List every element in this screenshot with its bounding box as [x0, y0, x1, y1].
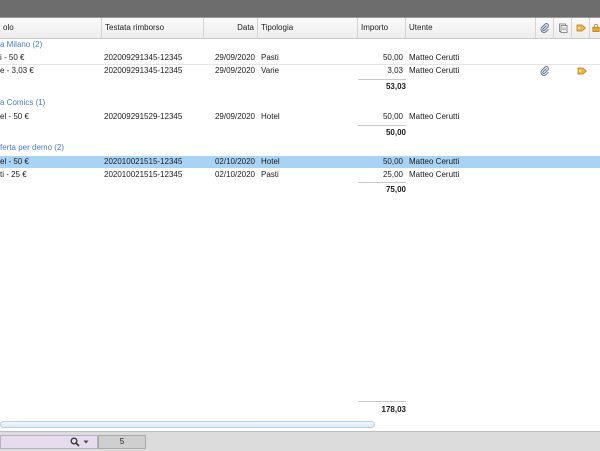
cell-titolo: i - 50 €: [0, 53, 25, 62]
column-header-utente[interactable]: Utente: [406, 18, 536, 38]
table-row[interactable]: i - 50 € 202009291345-12345 29/09/2020 P…: [0, 52, 600, 64]
cell-tipologia: Varie: [261, 66, 280, 75]
cell-importo: 25,00: [382, 170, 403, 179]
cell-testata: 202010021515-12345: [104, 170, 183, 179]
cell-importo: 50,00: [382, 112, 403, 121]
cell-testata: 202009291529-12345: [104, 112, 183, 121]
group-label: a Comics (1): [0, 98, 46, 107]
group-header-row[interactable]: ferta per demo (2): [0, 142, 600, 154]
cell-tipologia: Pasti: [261, 53, 279, 62]
group-label: a Milano (2): [0, 40, 43, 49]
attachment-icon[interactable]: [536, 18, 554, 38]
cell-testata: 202009291345-12345: [104, 66, 183, 75]
cell-data: 02/10/2020: [214, 157, 255, 166]
horizontal-scrollbar[interactable]: [0, 421, 375, 428]
total-divider: [358, 79, 406, 80]
grand-total-divider: [358, 401, 406, 402]
window-top-bar: [0, 0, 600, 18]
cell-data: 29/09/2020: [214, 112, 255, 121]
column-header-tipologia[interactable]: Tipologia: [258, 18, 358, 38]
column-header-testata[interactable]: Testata rimborso: [102, 18, 204, 38]
table-row[interactable]: el - 50 € 202009291529-12345 29/09/2020 …: [0, 111, 600, 123]
column-header-titolo[interactable]: olo: [0, 18, 102, 38]
cell-titolo: e - 3,03 €: [0, 66, 34, 75]
cell-testata: 202010021515-12345: [104, 157, 183, 166]
column-header-data[interactable]: Data: [204, 18, 258, 38]
table-row[interactable]: e - 3,03 € 202009291345-12345 29/09/2020…: [0, 65, 600, 77]
group-header-row[interactable]: a Milano (2): [0, 39, 600, 51]
search-icon: [70, 437, 80, 447]
group-total-row: 75,00: [0, 184, 600, 196]
cell-data: 29/09/2020: [214, 66, 255, 75]
cell-importo: 50,00: [382, 53, 403, 62]
lock-icon[interactable]: [590, 18, 600, 38]
record-count: 5: [98, 435, 146, 449]
cell-tipologia: Hotel: [261, 112, 280, 121]
total-divider: [358, 182, 406, 183]
grand-total: 178,03: [381, 405, 406, 414]
cell-tipologia: Hotel: [261, 157, 280, 166]
cell-utente: Matteo Cerutti: [409, 170, 460, 179]
table-row-selected[interactable]: el - 50 € 202010021515-12345 02/10/2020 …: [0, 156, 600, 168]
group-total: 50,00: [385, 128, 406, 137]
cell-utente: Matteo Cerutti: [409, 157, 460, 166]
tag-icon[interactable]: [572, 18, 590, 38]
footer-bar: 5: [0, 431, 600, 451]
attachment-icon[interactable]: [540, 66, 552, 78]
cell-titolo: el - 50 €: [0, 157, 29, 166]
cell-utente: Matteo Cerutti: [409, 53, 460, 62]
cell-data: 29/09/2020: [214, 53, 255, 62]
group-total: 75,00: [385, 185, 406, 194]
group-header-row[interactable]: a Comics (1): [0, 97, 600, 109]
cell-utente: Matteo Cerutti: [409, 112, 460, 121]
cell-testata: 202009291345-12345: [104, 53, 183, 62]
cell-titolo: el - 50 €: [0, 112, 29, 121]
cell-data: 02/10/2020: [214, 170, 255, 179]
cell-titolo: ti - 25 €: [0, 170, 27, 179]
group-label: ferta per demo (2): [0, 143, 65, 152]
total-divider: [358, 125, 406, 126]
cell-tipologia: Pasti: [261, 170, 279, 179]
table-row[interactable]: ti - 25 € 202010021515-12345 02/10/2020 …: [0, 169, 600, 181]
group-total: 53,03: [385, 82, 406, 91]
column-header-importo[interactable]: Importo: [358, 18, 406, 38]
group-total-row: 53,03: [0, 81, 600, 93]
document-icon[interactable]: [554, 18, 572, 38]
grid-header: olo Testata rimborso Data Tipologia Impo…: [0, 18, 600, 39]
cell-utente: Matteo Cerutti: [409, 66, 460, 75]
cell-importo: 50,00: [382, 157, 403, 166]
tag-icon[interactable]: [577, 66, 589, 78]
group-total-row: 50,00: [0, 127, 600, 139]
cell-importo: 3,03: [387, 66, 403, 75]
chevron-down-icon: [83, 440, 88, 444]
search-button[interactable]: [60, 435, 98, 449]
grand-total-row: 178,03: [0, 404, 600, 416]
